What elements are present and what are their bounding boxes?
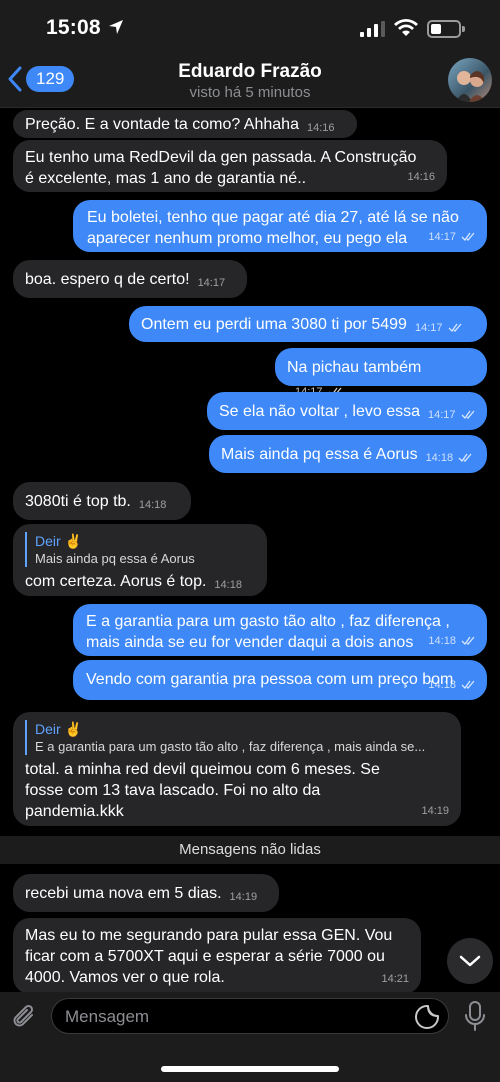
read-check-icon (461, 680, 475, 689)
message-text: Se ela não voltar , levo essa (219, 403, 421, 420)
last-seen-status: visto há 5 minutos (189, 84, 311, 101)
message-time: 14:21 (381, 973, 409, 985)
message-outgoing[interactable]: Na pichau também14:17 (275, 348, 487, 398)
message-incoming[interactable]: Eu tenho uma RedDevil da gen passada. A … (13, 140, 447, 192)
message-time-status: 14:18 (426, 448, 473, 469)
message-text: fosse com 13 tava lascado. Foi no alto d… (25, 782, 321, 799)
message-text: mais ainda se eu for vender daqui a dois… (86, 634, 414, 651)
reply-text: Mais ainda pq essa é Aorus (35, 551, 195, 566)
message-incoming[interactable]: 3080ti é top tb. 14:18 (13, 482, 191, 520)
message-time-status: 14:17 (415, 318, 462, 339)
signal-icon (360, 21, 385, 37)
chat-header: 129 Eduardo Frazão visto há 5 minutos (0, 58, 500, 108)
message-text: é excelente, mas 1 ano de garantia né.. (25, 170, 307, 187)
message-time-status: 14:17 (428, 405, 475, 426)
read-check-icon (461, 232, 475, 241)
read-check-icon (461, 636, 475, 645)
message-text: 3080ti é top tb. (25, 493, 131, 510)
read-check-icon (458, 453, 472, 462)
read-check-icon (461, 410, 475, 419)
message-text: total. a minha red devil queimou com 6 m… (25, 761, 380, 778)
battery-icon (427, 20, 465, 38)
message-time: 14:16 (306, 122, 335, 134)
message-time: 14:18 (214, 579, 242, 591)
wifi-icon (394, 19, 418, 36)
message-time: 14:19 (229, 891, 258, 903)
message-outgoing[interactable]: Mais ainda pq essa é Aorus 14:18 (209, 435, 487, 473)
message-outgoing[interactable]: Eu boletei, tenho que pagar até dia 27, … (73, 200, 487, 252)
status-time: 15:08 (46, 16, 101, 39)
message-incoming[interactable]: Deir ✌️ Mais ainda pq essa é Aorus com c… (13, 524, 267, 596)
message-text: Na pichau também (287, 359, 422, 376)
message-text: aparecer nenhum promo melhor, eu pego el… (87, 230, 408, 247)
reply-quote[interactable]: Deir ✌️ Mais ainda pq essa é Aorus (25, 532, 255, 567)
message-text: Vendo com garantia pra pessoa com um pre… (86, 671, 454, 688)
message-outgoing[interactable]: E a garantia para um gasto tão alto , fa… (73, 604, 487, 656)
message-incoming[interactable]: Mas eu to me segurando para pular essa G… (13, 918, 421, 994)
message-text: Ontem eu perdi uma 3080 ti por 5499 (141, 316, 407, 333)
message-input[interactable]: Mensagem (51, 998, 449, 1034)
home-indicator (161, 1066, 339, 1072)
attach-icon[interactable] (10, 1002, 40, 1032)
reply-author: Deir ✌️ (35, 533, 82, 549)
composer-bar: Mensagem (0, 992, 500, 1082)
message-time-status: 14:18 (428, 631, 475, 652)
message-text: E a garantia para um gasto tão alto , fa… (86, 613, 450, 630)
chat-title[interactable]: Eduardo Frazão (0, 61, 500, 83)
message-incoming[interactable]: recebi uma nova em 5 dias. 14:19 (13, 874, 279, 912)
message-outgoing[interactable]: Ontem eu perdi uma 3080 ti por 5499 14:17 (129, 306, 487, 342)
message-outgoing[interactable]: Se ela não voltar , levo essa 14:17 (207, 392, 487, 430)
sticker-icon[interactable] (414, 1004, 440, 1030)
status-bar: 15:08 (0, 0, 500, 58)
message-time-status: 14:18 (428, 675, 475, 696)
message-time: 14:16 (407, 171, 435, 183)
message-time: 14:17 (197, 277, 226, 289)
location-arrow-icon (109, 20, 123, 34)
message-incoming[interactable]: Preção. E a vontade ta como? Ahhaha 14:16 (13, 110, 357, 138)
message-input-placeholder: Mensagem (65, 1007, 150, 1026)
message-text: Preção. E a vontade ta como? Ahhaha (25, 116, 299, 133)
scroll-to-bottom-button[interactable] (447, 938, 493, 984)
message-text: boa. espero q de certo! (25, 271, 190, 288)
message-text: Mais ainda pq essa é Aorus (221, 446, 418, 463)
message-text: Eu tenho uma RedDevil da gen passada. A … (25, 149, 417, 166)
message-time: 14:19 (421, 805, 449, 817)
unread-divider: Mensagens não lidas (0, 836, 500, 864)
message-list[interactable]: Preção. E a vontade ta como? Ahhaha 14:16… (0, 108, 500, 994)
message-text: 4000. Vamos ver o que rola. (25, 969, 225, 986)
reply-text: E a garantia para um gasto tão alto , fa… (35, 739, 426, 754)
message-text: recebi uma nova em 5 dias. (25, 885, 222, 902)
chevron-down-icon (459, 955, 481, 967)
message-text: ficar com a 5700XT aqui e esperar a séri… (25, 948, 385, 965)
message-incoming[interactable]: Deir ✌️ E a garantia para um gasto tão a… (13, 712, 461, 826)
message-incoming[interactable]: boa. espero q de certo! 14:17 (13, 260, 247, 298)
read-check-icon (448, 323, 462, 332)
message-text: Mas eu to me segurando para pular essa G… (25, 927, 393, 944)
avatar[interactable] (448, 58, 492, 102)
message-text: com certeza. Aorus é top. (25, 573, 207, 590)
reply-author: Deir ✌️ (35, 721, 82, 737)
message-time-status: 14:17 (428, 227, 475, 248)
mic-icon[interactable] (463, 1001, 487, 1033)
reply-quote[interactable]: Deir ✌️ E a garantia para um gasto tão a… (25, 720, 449, 755)
message-text: Eu boletei, tenho que pagar até dia 27, … (87, 209, 459, 226)
message-outgoing[interactable]: Vendo com garantia pra pessoa com um pre… (73, 660, 487, 700)
message-time: 14:18 (138, 499, 167, 511)
message-text: pandemia.kkk (25, 803, 124, 820)
